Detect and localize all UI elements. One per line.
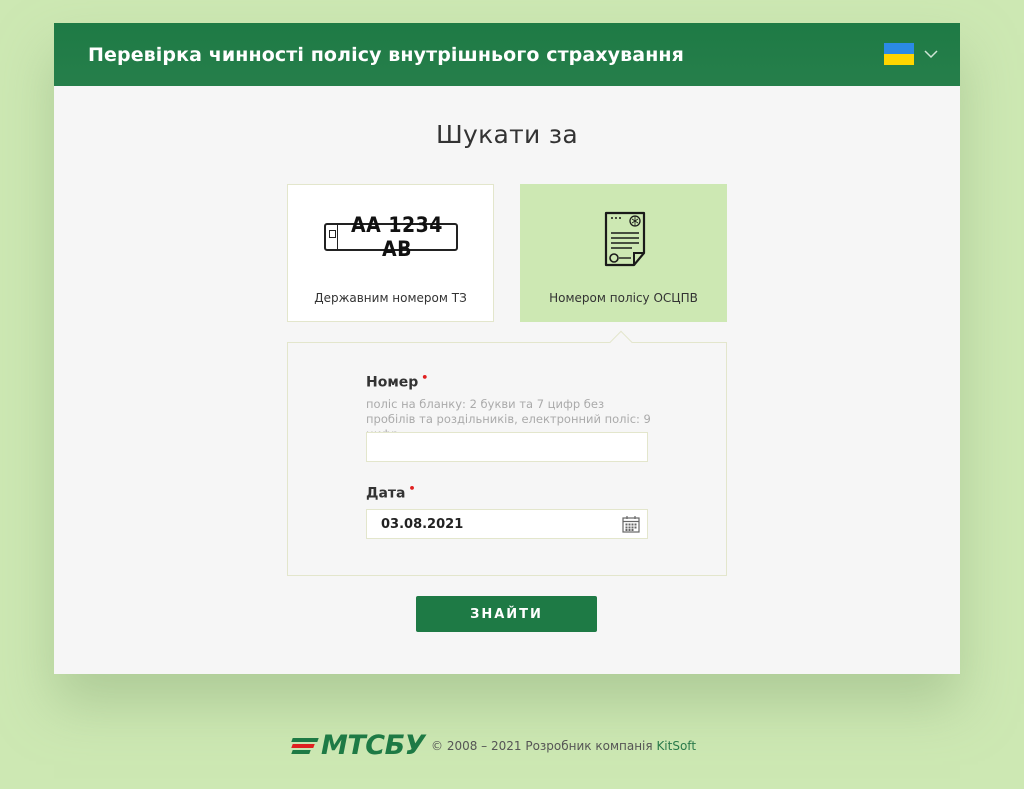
panel-pointer [609, 330, 633, 354]
chevron-down-icon [924, 50, 938, 59]
main-card: Перевірка чинності полісу внутрішнього с… [54, 23, 960, 674]
language-selector[interactable] [884, 43, 938, 65]
search-submit-button[interactable]: ЗНАЙТИ [416, 596, 597, 632]
option-label-plate: Державним номером ТЗ [314, 291, 467, 305]
policy-number-input[interactable] [366, 432, 648, 462]
policy-document-icon [604, 211, 646, 267]
kitsoft-link[interactable]: KitSoft [656, 739, 696, 753]
copyright-text: © 2008 – 2021 Розробник компанія KitSoft [431, 739, 696, 753]
required-marker: • [408, 482, 416, 495]
logo-stripes-icon [291, 734, 320, 758]
copyright-label: © 2008 – 2021 Розробник компанія [431, 738, 653, 753]
calendar-icon[interactable] [622, 515, 640, 533]
header-bar: Перевірка чинності полісу внутрішнього с… [54, 23, 960, 86]
option-label-policy: Номером полісу ОСЦПВ [549, 291, 698, 305]
number-label: Номер • [366, 371, 429, 391]
search-by-plate-option[interactable]: AA 1234 AB Державним номером ТЗ [287, 184, 494, 322]
policy-search-form: Номер • поліс на бланку: 2 букви та 7 циф… [287, 330, 727, 576]
footer: МТСБУ © 2008 – 2021 Розробник компанія K… [291, 730, 696, 761]
page-title: Перевірка чинності полісу внутрішнього с… [88, 43, 684, 66]
ukraine-flag-icon [884, 43, 914, 65]
license-plate-icon: AA 1234 AB [324, 213, 458, 261]
plate-text: AA 1234 AB [351, 213, 443, 261]
search-heading: Шукати за [435, 120, 579, 149]
date-input[interactable] [366, 509, 648, 539]
date-field [366, 509, 648, 539]
required-marker: • [421, 371, 429, 384]
search-by-policy-option[interactable]: Номером полісу ОСЦПВ [520, 184, 727, 322]
mtsbu-logo[interactable]: МТСБУ [291, 730, 426, 761]
logo-text: МТСБУ [321, 730, 426, 761]
date-label: Дата • [366, 482, 416, 502]
